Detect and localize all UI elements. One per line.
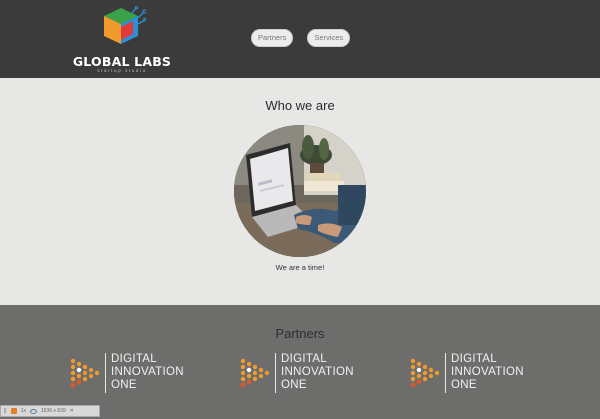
partner-divider	[445, 353, 446, 393]
partners-section: Partners DIGITAL INNOVATION ONE DIGITAL …	[0, 305, 600, 419]
partner-divider	[105, 353, 106, 393]
partner-divider	[275, 353, 276, 393]
nav-partners-button[interactable]: Partners	[251, 29, 294, 47]
partner-name: DIGITAL INNOVATION ONE	[111, 353, 184, 392]
digital-innovation-one-logo-icon	[410, 358, 440, 388]
partner-card[interactable]: DIGITAL INNOVATION ONE	[68, 353, 198, 395]
brand-name: GLOBAL LABS	[72, 54, 172, 69]
responsive-devtools-bar[interactable]: || 1x 1536 x 839 ✕	[0, 405, 100, 417]
digital-innovation-one-logo-icon	[70, 358, 100, 388]
resolution-readout: 1536 x 839	[40, 408, 66, 414]
partner-name: DIGITAL INNOVATION ONE	[451, 353, 524, 392]
partner-name-line3: ONE	[281, 379, 307, 391]
partner-name-line1: DIGITAL	[111, 353, 157, 365]
drag-handle-icon[interactable]: ||	[4, 408, 7, 414]
partner-name-line2: INNOVATION	[451, 366, 524, 378]
close-icon[interactable]: ✕	[70, 408, 74, 414]
partner-name-line2: INNOVATION	[111, 366, 184, 378]
global-labs-logo[interactable]: GLOBAL LABS startup studio	[72, 6, 172, 73]
about-title: Who we are	[265, 98, 335, 113]
about-photo	[234, 125, 366, 257]
site-header: GLOBAL LABS startup studio Partners Serv…	[0, 0, 600, 78]
main-nav: Partners Services	[251, 29, 351, 47]
partner-name-line1: DIGITAL	[281, 353, 327, 365]
partner-name: DIGITAL INNOVATION ONE	[281, 353, 354, 392]
laptop-photo-icon	[234, 125, 366, 257]
eye-icon[interactable]	[29, 408, 37, 414]
cube-logo-icon	[104, 6, 146, 44]
partner-card[interactable]: DIGITAL INNOVATION ONE	[238, 353, 368, 395]
partner-card[interactable]: DIGITAL INNOVATION ONE	[408, 353, 538, 395]
partner-name-line3: ONE	[451, 379, 477, 391]
about-caption: We are a time!	[275, 263, 325, 272]
zoom-level[interactable]: 1x	[21, 408, 26, 414]
brand-tagline: startup studio	[97, 68, 147, 73]
partners-title: Partners	[275, 326, 325, 341]
partner-name-line2: INNOVATION	[281, 366, 354, 378]
partner-name-line1: DIGITAL	[451, 353, 497, 365]
device-icon[interactable]	[10, 408, 17, 414]
nav-services-button[interactable]: Services	[307, 29, 351, 47]
digital-innovation-one-logo-icon	[240, 358, 270, 388]
partner-name-line3: ONE	[111, 379, 137, 391]
about-section: Who we are We are a time!	[0, 78, 600, 305]
